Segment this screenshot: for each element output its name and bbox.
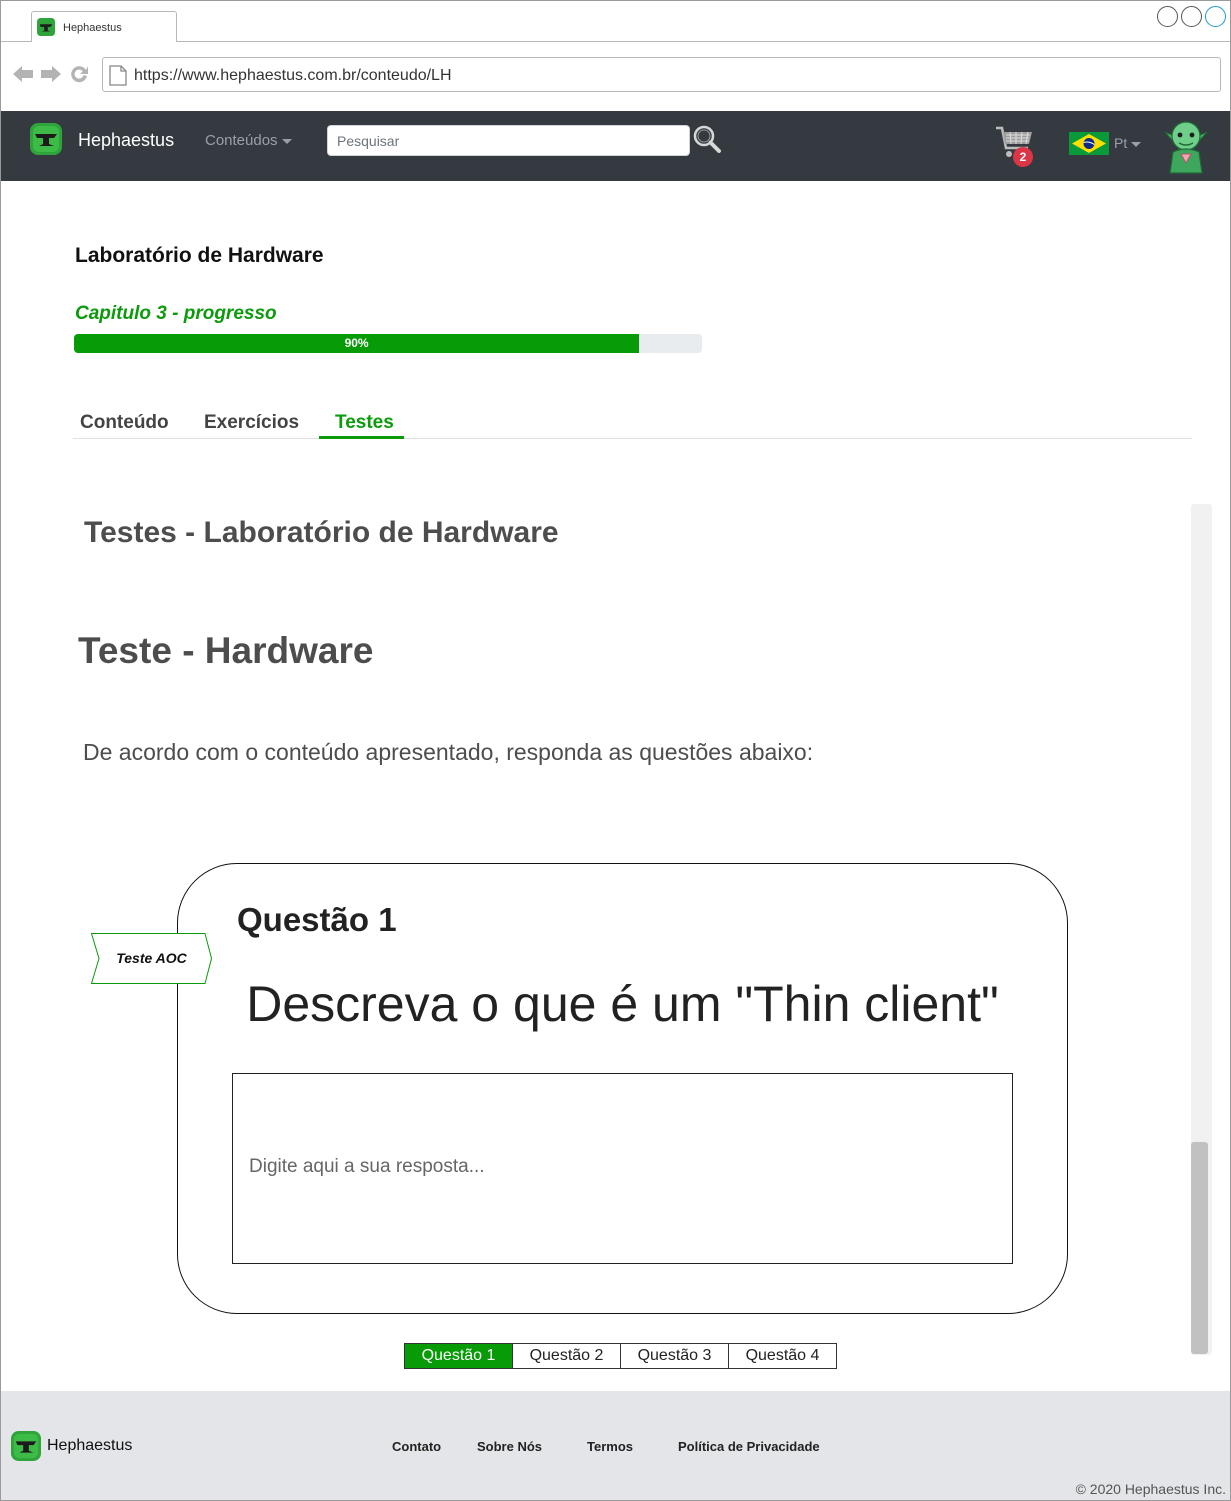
hephaestus-logo-icon[interactable] bbox=[11, 1431, 41, 1461]
conteudos-dropdown-label: Conteúdos bbox=[205, 132, 278, 149]
tab-testes[interactable]: Testes bbox=[335, 412, 394, 434]
search-input[interactable] bbox=[327, 125, 690, 156]
url-text: https://www.hephaestus.com.br/conteudo/L… bbox=[134, 67, 452, 84]
tab-conteudo[interactable]: Conteúdo bbox=[80, 412, 169, 434]
tab-exercicios[interactable]: Exercícios bbox=[204, 412, 299, 434]
caret-down-icon bbox=[281, 138, 292, 144]
maximize-button[interactable] bbox=[1181, 6, 1202, 27]
pager-question-3[interactable]: Questão 3 bbox=[620, 1343, 729, 1369]
search-icon[interactable] bbox=[692, 124, 722, 154]
app-navbar: Hephaestus Conteúdos 2 Pt bbox=[1, 111, 1230, 181]
back-arrow-icon[interactable] bbox=[11, 62, 35, 86]
page-icon bbox=[109, 65, 127, 86]
answer-textarea[interactable] bbox=[232, 1073, 1013, 1264]
instructions-text: De acordo com o conteúdo apresentado, re… bbox=[83, 739, 814, 765]
progress-bar-fill: 90% bbox=[74, 334, 640, 353]
footer-link-sobre-nos[interactable]: Sobre Nós bbox=[477, 1439, 542, 1454]
copyright-text: © 2020 Hephaestus Inc. bbox=[1075, 1481, 1226, 1497]
footer-link-contato[interactable]: Contato bbox=[392, 1439, 441, 1454]
address-row: https://www.hephaestus.com.br/conteudo/L… bbox=[1, 42, 1230, 111]
question-pager: Questão 1 Questão 2 Questão 3 Questão 4 bbox=[404, 1343, 837, 1369]
hephaestus-logo-icon[interactable] bbox=[30, 123, 62, 155]
brand-name[interactable]: Hephaestus bbox=[78, 130, 174, 151]
browser-tab-strip: Hephaestus bbox=[1, 1, 1230, 43]
url-bar[interactable]: https://www.hephaestus.com.br/conteudo/L… bbox=[102, 57, 1221, 92]
course-title: Laboratório de Hardware bbox=[75, 244, 324, 267]
footer: Hephaestus Contato Sobre Nós Termos Polí… bbox=[1, 1391, 1230, 1500]
progress-bar: 90% bbox=[74, 334, 702, 353]
test-title: Teste - Hardware bbox=[78, 630, 374, 671]
caret-down-icon bbox=[1131, 141, 1142, 147]
pager-question-1[interactable]: Questão 1 bbox=[404, 1343, 513, 1369]
active-tab-indicator bbox=[319, 436, 404, 439]
question-text: Descreva o que é um "Thin client" bbox=[246, 976, 999, 1032]
close-button[interactable] bbox=[1205, 6, 1226, 27]
footer-brand: Hephaestus bbox=[47, 1437, 133, 1454]
cart-count-badge: 2 bbox=[1013, 147, 1033, 167]
pager-question-4[interactable]: Questão 4 bbox=[728, 1343, 837, 1369]
forward-arrow-icon[interactable] bbox=[39, 62, 63, 86]
test-tag-label: Teste AOC bbox=[116, 950, 187, 966]
browser-window: Hephaestus https://www.hephaestus.com.br… bbox=[0, 0, 1231, 1501]
language-dropdown[interactable]: Pt bbox=[1114, 135, 1142, 151]
footer-link-termos[interactable]: Termos bbox=[587, 1439, 633, 1454]
question-number: Questão 1 bbox=[237, 901, 397, 938]
section-title: Testes - Laboratório de Hardware bbox=[84, 516, 559, 549]
user-avatar[interactable] bbox=[1161, 116, 1211, 174]
window-controls bbox=[1157, 6, 1226, 27]
progress-label: Capitulo 3 - progresso bbox=[75, 303, 277, 324]
reload-icon[interactable] bbox=[67, 62, 91, 86]
conteudos-dropdown[interactable]: Conteúdos bbox=[205, 132, 292, 149]
hephaestus-logo-icon bbox=[37, 18, 55, 36]
pager-question-2[interactable]: Questão 2 bbox=[512, 1343, 621, 1369]
browser-tab[interactable]: Hephaestus bbox=[31, 11, 177, 43]
brazil-flag-icon[interactable] bbox=[1069, 132, 1109, 155]
scrollbar-thumb[interactable] bbox=[1191, 1142, 1208, 1354]
browser-nav-buttons bbox=[11, 62, 91, 86]
minimize-button[interactable] bbox=[1157, 6, 1178, 27]
browser-tab-title: Hephaestus bbox=[63, 22, 122, 34]
language-label: Pt bbox=[1114, 135, 1128, 151]
footer-link-privacidade[interactable]: Política de Privacidade bbox=[678, 1439, 820, 1454]
content-tabs: Conteúdo Exercícios Testes bbox=[73, 404, 1192, 439]
